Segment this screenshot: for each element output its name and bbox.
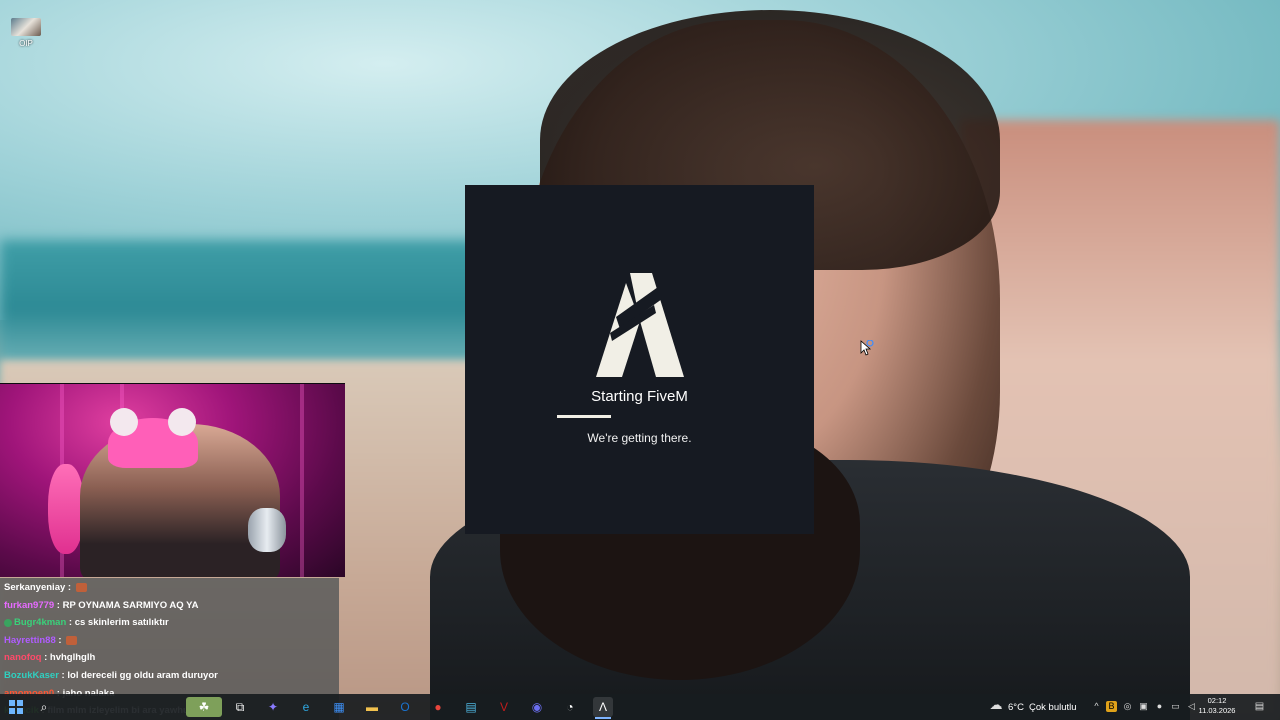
- windows-logo-icon: [9, 700, 23, 714]
- chat-message: nanofoq : hvhglhglh: [4, 649, 95, 666]
- clock-time: 02:12: [1207, 696, 1227, 705]
- chat-message: Bugr4kman : cs skinlerim satılıktır: [4, 614, 169, 631]
- chat-username: furkan9779: [4, 599, 55, 611]
- taskbar-app-button[interactable]: ▤: [461, 697, 481, 717]
- chat-username: Serkanyeniay: [4, 582, 66, 593]
- chat-separator: :: [55, 634, 65, 646]
- task-view-icon: ⧉: [235, 699, 245, 714]
- desktop-icon-label: OIP: [19, 39, 33, 48]
- weather-condition[interactable]: Çok bulutlu: [1029, 702, 1077, 713]
- chat-username: nanofoq: [4, 652, 42, 664]
- taskbar-app-button[interactable]: ◉: [527, 697, 547, 717]
- fivem-progress-fill: [557, 415, 611, 418]
- chat-text: RP OYNAMA SARMIYO AQ YA: [62, 599, 199, 611]
- chrome-icon: ●: [434, 700, 442, 714]
- taskbar-app-button[interactable]: e: [296, 697, 316, 717]
- webcam-headphone-ear: [168, 408, 196, 436]
- chat-text: cs skinlerim satılıktır: [74, 617, 169, 629]
- notification-icon[interactable]: ▤: [1254, 701, 1265, 712]
- webcam-microphone: [248, 508, 286, 552]
- chat-message: Serkanyeniay :: [4, 579, 87, 596]
- chat-separator: :: [65, 582, 74, 593]
- weather-temperature[interactable]: 6°C: [1008, 702, 1024, 713]
- widgets-icon: ☘: [198, 700, 210, 714]
- steam-icon[interactable]: ◎: [1122, 701, 1133, 712]
- desktop-icon-oip[interactable]: OIP: [8, 18, 44, 48]
- chat-text: lol dereceli gg oldu aram duruyor: [67, 670, 218, 681]
- fivem-icon: Λ: [598, 700, 607, 714]
- discord-icon: ◉: [531, 700, 543, 714]
- weather-cloud-icon[interactable]: ☁: [988, 698, 1004, 715]
- fivem-progress-bar: [557, 415, 691, 418]
- store-icon: ▦: [333, 700, 345, 714]
- taskbar-app-button[interactable]: ◔: [560, 697, 580, 717]
- notepad-icon: ▤: [465, 700, 477, 714]
- fivem-logo-icon: [596, 273, 684, 377]
- chat-separator: :: [54, 599, 63, 611]
- chat-username: Bugr4kman: [14, 617, 67, 629]
- active-app-indicator: [595, 717, 611, 719]
- chat-message: Hayrettin88 :: [4, 632, 78, 649]
- speedtest-icon: ◔: [566, 700, 574, 714]
- taskbar-app-button[interactable]: ✦: [263, 697, 283, 717]
- file-explorer-icon: ▬: [366, 700, 378, 714]
- chat-emote-icon: [66, 635, 78, 645]
- fivem-title: Starting FiveM: [591, 388, 688, 405]
- webcam-overlay: [0, 383, 345, 577]
- start-button[interactable]: [6, 697, 26, 717]
- chat-badge-icon: [4, 618, 12, 627]
- copilot-icon: ✦: [267, 700, 279, 714]
- chat-emote-icon: [75, 582, 87, 592]
- chat-message: BozukKaser : lol dereceli gg oldu aram d…: [4, 667, 218, 684]
- tray-app-icon[interactable]: B: [1106, 701, 1117, 712]
- search-icon: ⌕: [40, 699, 48, 714]
- image-file-icon: [11, 18, 41, 36]
- clock-date: 11.03.2026: [1198, 706, 1236, 715]
- webcam-light-strip: [300, 384, 304, 577]
- search-button[interactable]: ⌕: [34, 697, 54, 717]
- taskbar-app-button[interactable]: ▦: [329, 697, 349, 717]
- fivem-status-text: We're getting there.: [587, 431, 692, 445]
- chat-username: BozukKaser: [4, 670, 59, 681]
- taskbar-app-button[interactable]: O: [395, 697, 415, 717]
- tray-app-icon[interactable]: ▣: [1138, 701, 1149, 712]
- taskbar-app-button[interactable]: ⧉: [230, 697, 250, 717]
- webcam-guitar: [48, 464, 84, 554]
- taskbar-app-button[interactable]: Λ: [593, 697, 613, 719]
- network-icon[interactable]: ▭: [1170, 701, 1181, 712]
- taskbar-app-button[interactable]: ▬: [362, 697, 382, 717]
- voice-meeter-icon: V: [499, 700, 508, 714]
- chat-separator: :: [41, 652, 50, 664]
- microphone-icon[interactable]: ●: [1154, 701, 1165, 712]
- webcam-headphone-ear: [110, 408, 138, 436]
- windows-taskbar: ⌕ ☘ ⧉ ✦ e ▦ ▬ O ● ▤ V ◉ ◔ Λ ☁ 6°C Çok bulutlu ^ B ◎…: [0, 694, 1280, 720]
- widgets-button[interactable]: ☘: [186, 697, 222, 717]
- taskbar-clock[interactable]: 02:12 11.03.2026: [1196, 696, 1238, 716]
- chat-text: hvhglhglh: [49, 652, 96, 664]
- show-hidden-icons-chevron-icon[interactable]: ^: [1091, 701, 1102, 712]
- edge-icon: e: [302, 700, 310, 714]
- taskbar-app-button[interactable]: ●: [428, 697, 448, 717]
- fivem-loading-window: Starting FiveM We're getting there.: [465, 185, 814, 534]
- chat-username: Hayrettin88: [4, 634, 56, 646]
- outlook-icon: O: [400, 700, 410, 714]
- taskbar-app-button[interactable]: V: [494, 697, 514, 717]
- chat-separator: :: [66, 617, 75, 629]
- mouse-cursor-icon: [860, 340, 874, 356]
- chat-message: furkan9779 : RP OYNAMA SARMIYO AQ YA: [4, 597, 198, 614]
